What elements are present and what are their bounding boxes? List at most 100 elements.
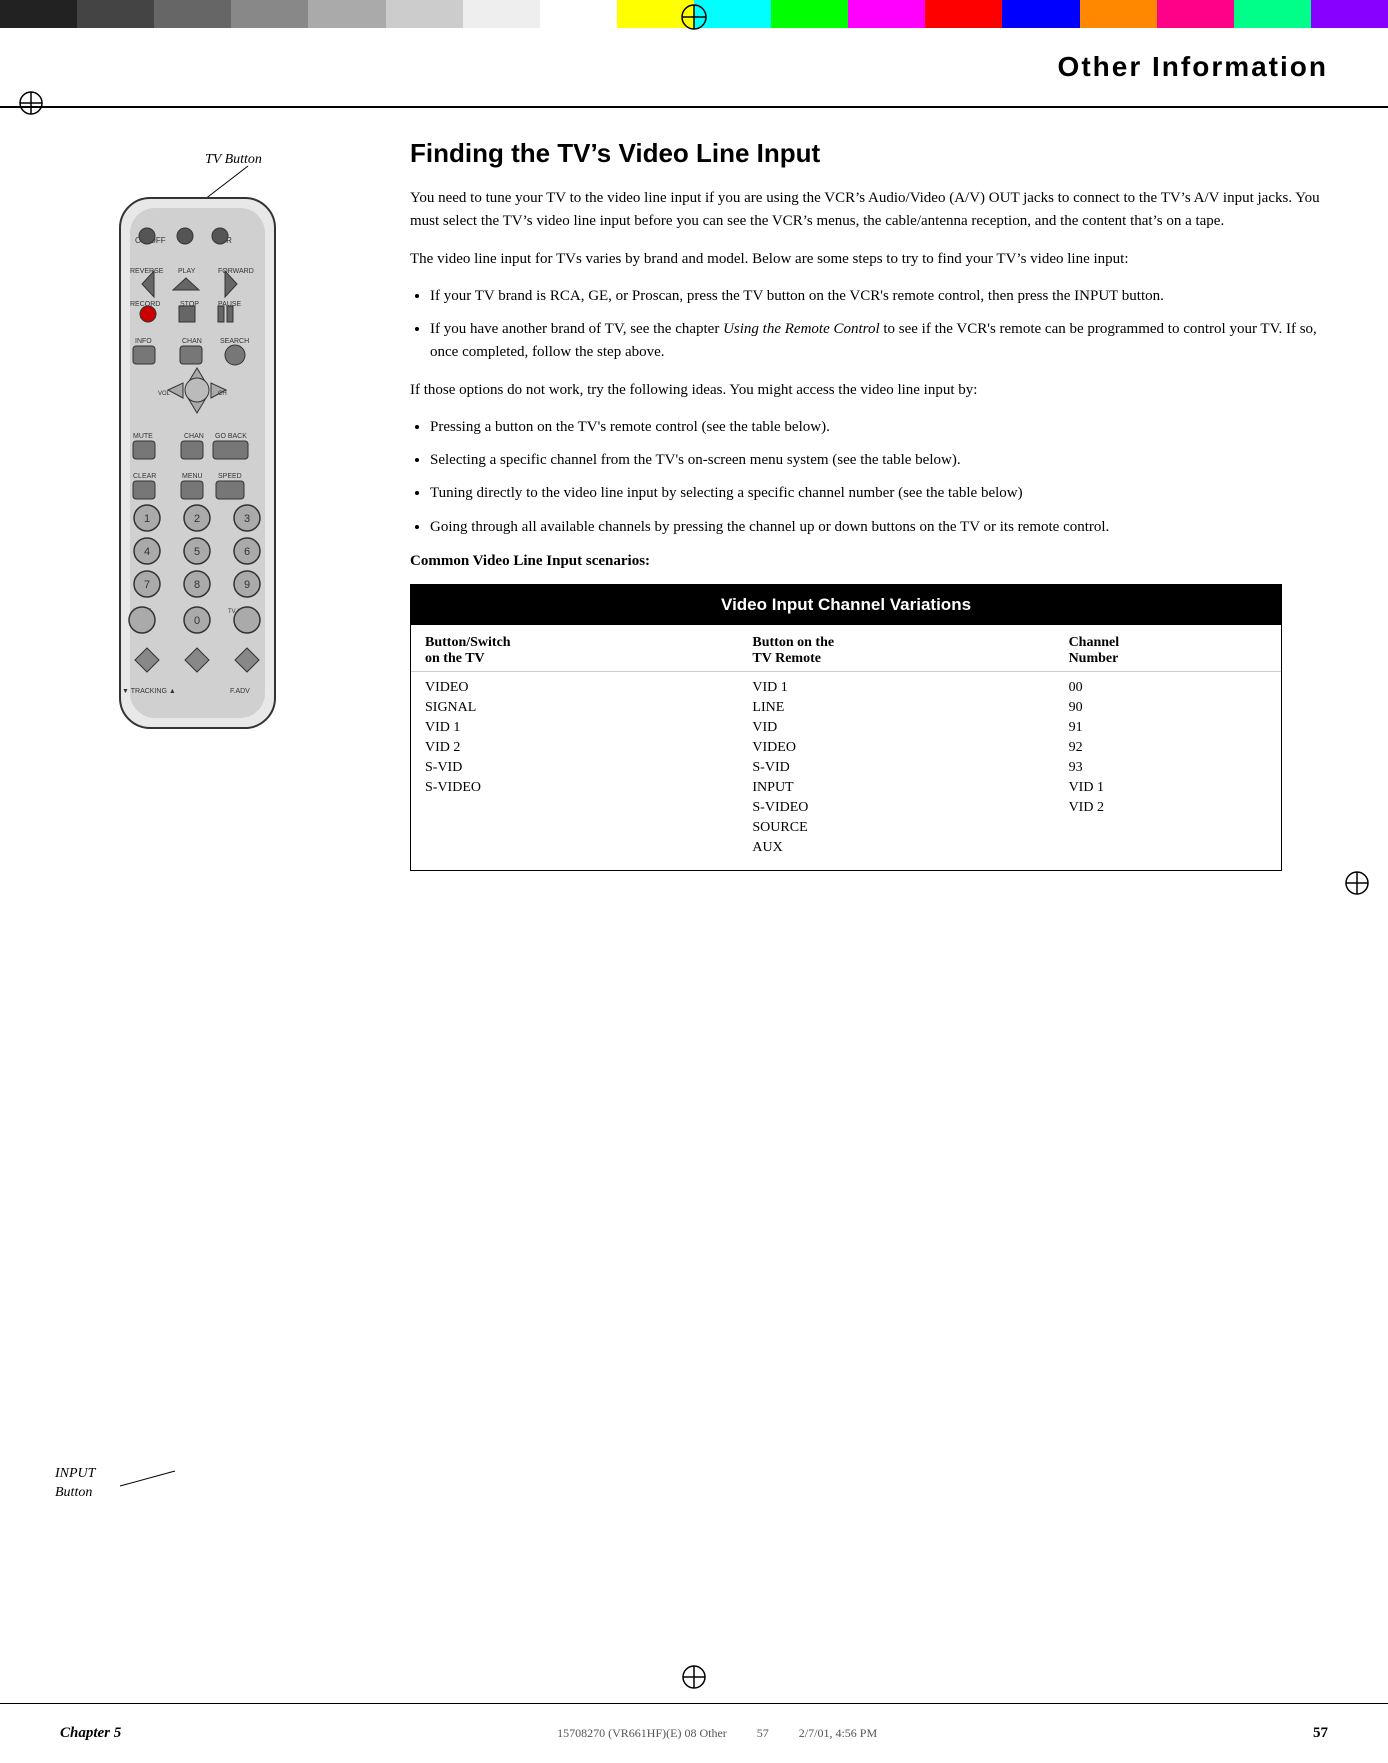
page-footer: Chapter 5 15708270 (VR661HF)(E) 08 Other… (0, 1703, 1388, 1763)
svg-text:2: 2 (194, 513, 200, 525)
color-bar (1157, 0, 1234, 28)
color-bar (308, 0, 385, 28)
input-button-label: INPUT Button (55, 1464, 95, 1503)
svg-text:3: 3 (244, 513, 250, 525)
color-bar (1234, 0, 1311, 28)
page-header: Other Information (0, 28, 1388, 108)
input-button-arrow (120, 1466, 180, 1501)
table-cell: 90 (1055, 698, 1282, 718)
table-row: AUX (411, 838, 1281, 870)
main-content: TV Button ON·OFF TV VCR REVERSE (0, 108, 1388, 1683)
svg-text:6: 6 (244, 546, 250, 558)
table-cell: 91 (1055, 718, 1282, 738)
table-cell: 92 (1055, 738, 1282, 758)
table-header-row: Button/Switchon the TV Button on theTV R… (411, 625, 1281, 672)
color-bar (386, 0, 463, 28)
bullet-item: If your TV brand is RCA, GE, or Proscan,… (430, 285, 1328, 308)
table-cell: 93 (1055, 758, 1282, 778)
svg-text:INFO: INFO (135, 338, 152, 345)
table-cell: S-VIDEO (738, 798, 1054, 818)
bullet-item: Selecting a specific channel from the TV… (430, 449, 1328, 472)
color-bar (77, 0, 154, 28)
svg-text:F.ADV: F.ADV (230, 688, 250, 695)
color-bar (0, 0, 77, 28)
bullet-item: Tuning directly to the video line input … (430, 482, 1328, 505)
right-panel: Finding the TV’s Video Line Input You ne… (370, 138, 1328, 1653)
table-row: VID 1 VID 91 (411, 718, 1281, 738)
table-cell: VID (738, 718, 1054, 738)
footer-info-left: 15708270 (VR661HF)(E) 08 Other 57 2/7/01… (557, 1726, 877, 1741)
bullet-list-1: If your TV brand is RCA, GE, or Proscan,… (430, 285, 1328, 365)
paragraph-2: The video line input for TVs varies by b… (410, 248, 1328, 271)
table-cell (411, 798, 738, 818)
table-cell: VID 1 (1055, 778, 1282, 798)
table-cell: AUX (738, 838, 1054, 870)
footer-chapter: Chapter 5 (60, 1725, 121, 1742)
svg-text:▼ TRACKING ▲: ▼ TRACKING ▲ (122, 688, 176, 695)
table-cell: VID 1 (738, 672, 1054, 698)
table-row: S-VIDEO VID 2 (411, 798, 1281, 818)
svg-text:MUTE: MUTE (133, 433, 153, 440)
svg-text:9: 9 (244, 579, 250, 591)
paragraph-3: If those options do not work, try the fo… (410, 379, 1328, 402)
svg-text:CH: CH (218, 391, 227, 397)
svg-text:MENU: MENU (182, 473, 203, 480)
svg-text:FORWARD: FORWARD (218, 268, 254, 275)
bullet-item: Pressing a button on the TV's remote con… (430, 416, 1328, 439)
table-cell: S-VID (411, 758, 738, 778)
table-cell: 00 (1055, 672, 1282, 698)
svg-text:CHAN: CHAN (184, 433, 204, 440)
color-bar (1311, 0, 1388, 28)
table-cell (411, 838, 738, 870)
color-bar (1080, 0, 1157, 28)
table-cell: INPUT (738, 778, 1054, 798)
reg-mark-bottom (681, 1664, 707, 1695)
bullet-list-2: Pressing a button on the TV's remote con… (430, 416, 1328, 539)
svg-text:0: 0 (194, 615, 200, 627)
table-cell (411, 818, 738, 838)
table-cell: VID 1 (411, 718, 738, 738)
left-panel: TV Button ON·OFF TV VCR REVERSE (50, 138, 370, 1653)
svg-text:7: 7 (144, 579, 150, 591)
table-row: VIDEO VID 1 00 (411, 672, 1281, 698)
table-cell: S-VID (738, 758, 1054, 778)
table-cell: VIDEO (411, 672, 738, 698)
table-cell (1055, 818, 1282, 838)
table-row: VID 2 VIDEO 92 (411, 738, 1281, 758)
table-cell: VID 2 (411, 738, 738, 758)
svg-text:REVERSE: REVERSE (130, 268, 164, 275)
color-bar (154, 0, 231, 28)
svg-text:GO BACK: GO BACK (215, 433, 247, 440)
color-bar (1002, 0, 1079, 28)
table-title-cell: Video Input Channel Variations (411, 585, 1281, 625)
svg-text:1: 1 (144, 513, 150, 525)
color-bar (771, 0, 848, 28)
reg-mark-right (1344, 870, 1370, 901)
page-title: Other Information (1058, 51, 1328, 83)
col-header-2: Button on theTV Remote (738, 625, 1054, 672)
svg-text:5: 5 (194, 546, 200, 558)
table-row: SIGNAL LINE 90 (411, 698, 1281, 718)
table-cell: VID 2 (1055, 798, 1282, 818)
svg-text:SEARCH: SEARCH (220, 338, 249, 345)
col-header-1: Button/Switchon the TV (411, 625, 738, 672)
paragraph-1: You need to tune your TV to the video li… (410, 187, 1328, 234)
col-header-3: ChannelNumber (1055, 625, 1282, 672)
table-cell: SIGNAL (411, 698, 738, 718)
color-bar (463, 0, 540, 28)
color-bar (925, 0, 1002, 28)
table-row: S-VIDEO INPUT VID 1 (411, 778, 1281, 798)
svg-text:VOL: VOL (158, 391, 171, 397)
svg-text:8: 8 (194, 579, 200, 591)
table-row: SOURCE (411, 818, 1281, 838)
table-cell: SOURCE (738, 818, 1054, 838)
common-scenarios-title: Common Video Line Input scenarios: (410, 553, 1328, 570)
bullet-item: Going through all available channels by … (430, 516, 1328, 539)
svg-text:CHAN: CHAN (182, 338, 202, 345)
bullet-item: If you have another brand of TV, see the… (430, 318, 1328, 365)
svg-text:CLEAR: CLEAR (133, 473, 156, 480)
color-bar (540, 0, 617, 28)
video-input-table: Video Input Channel Variations Button/Sw… (410, 584, 1282, 871)
table-title-row: Video Input Channel Variations (411, 585, 1281, 625)
table-row: S-VID S-VID 93 (411, 758, 1281, 778)
